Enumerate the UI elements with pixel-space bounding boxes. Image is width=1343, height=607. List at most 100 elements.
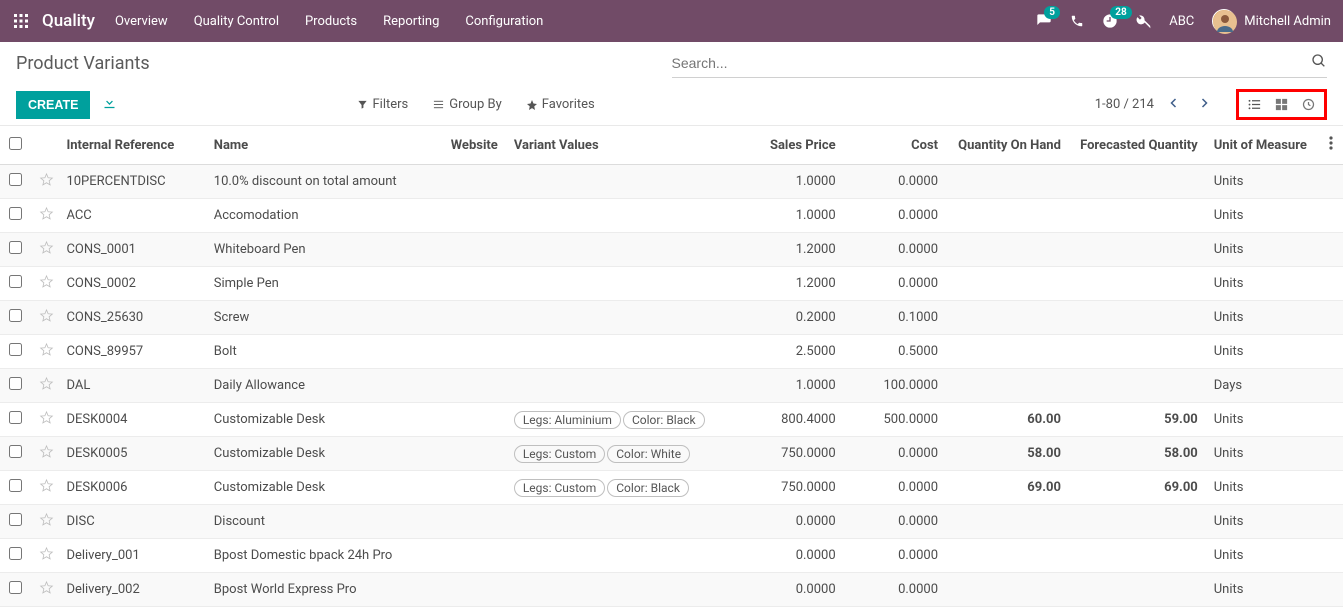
star-icon[interactable] [39,173,54,191]
variant-tag: Color: Black [607,479,689,497]
select-all-checkbox[interactable] [9,137,22,150]
apps-icon[interactable] [12,12,30,30]
cell-cost: 0.0000 [844,233,946,267]
debug-icon[interactable] [1136,14,1151,29]
create-button[interactable]: CREATE [16,91,90,119]
user-short[interactable]: ABC [1169,14,1194,29]
pager-prev-icon[interactable] [1164,97,1184,113]
col-website[interactable]: Website [441,126,506,165]
row-checkbox[interactable] [9,445,22,458]
col-name[interactable]: Name [206,126,441,165]
star-icon[interactable] [39,411,54,429]
cell-cost: 0.0000 [844,471,946,505]
row-checkbox[interactable] [9,241,22,254]
table-row[interactable]: Delivery_002Bpost World Express Pro0.000… [0,573,1343,607]
row-checkbox[interactable] [9,207,22,220]
cell-name: Customizable Desk [206,471,441,505]
cell-price: 1.2000 [741,267,843,301]
app-brand[interactable]: Quality [42,11,95,31]
table-row[interactable]: DESK0005Customizable DeskLegs: CustomCol… [0,437,1343,471]
table-row[interactable]: CONS_89957Bolt2.50000.5000Units [0,335,1343,369]
col-price[interactable]: Sales Price [741,126,843,165]
favorites-button[interactable]: Favorites [526,97,595,112]
table-row[interactable]: 10PERCENTDISC10.0% discount on total amo… [0,165,1343,199]
cell-qty [946,335,1069,369]
phone-icon[interactable] [1070,14,1084,28]
table-row[interactable]: ACCAccomodation1.00000.0000Units [0,199,1343,233]
view-kanban-icon[interactable] [1268,95,1295,114]
nav-products[interactable]: Products [305,14,357,29]
col-select-all[interactable] [0,126,31,165]
search-input[interactable] [672,55,1312,71]
variant-tag: Legs: Custom [514,479,605,497]
row-checkbox[interactable] [9,343,22,356]
cell-uom: Units [1206,437,1319,471]
star-icon[interactable] [39,581,54,599]
table-row[interactable]: Delivery_001Bpost Domestic bpack 24h Pro… [0,539,1343,573]
control-bar-bottom: CREATE Filters Group By Favorites 1-80 /… [0,84,1343,126]
table-row[interactable]: DALDaily Allowance1.0000100.0000Days [0,369,1343,403]
table-row[interactable]: CONS_25630Screw0.20000.1000Units [0,301,1343,335]
view-list-icon[interactable] [1241,95,1268,114]
cell-uom: Units [1206,301,1319,335]
view-activity-icon[interactable] [1295,95,1322,114]
star-icon[interactable] [39,479,54,497]
groupby-button[interactable]: Group By [432,97,502,112]
table-row[interactable]: CONS_0001Whiteboard Pen1.20000.0000Units [0,233,1343,267]
cell-opt [1318,199,1343,233]
col-forecast[interactable]: Forecasted Quantity [1069,126,1206,165]
row-checkbox[interactable] [9,479,22,492]
cell-uom: Units [1206,165,1319,199]
star-icon[interactable] [39,513,54,531]
table-row[interactable]: DESK0004Customizable DeskLegs: Aluminium… [0,403,1343,437]
col-uom[interactable]: Unit of Measure [1206,126,1319,165]
cell-name: Bpost World Express Pro [206,573,441,607]
star-icon[interactable] [39,547,54,565]
col-variant[interactable]: Variant Values [506,126,741,165]
filters-button[interactable]: Filters [357,97,408,112]
pager-text[interactable]: 1-80 / 214 [1095,97,1154,112]
cell-ref: 10PERCENTDISC [62,165,205,199]
star-icon[interactable] [39,377,54,395]
row-checkbox[interactable] [9,513,22,526]
star-icon[interactable] [39,207,54,225]
row-checkbox[interactable] [9,173,22,186]
star-icon[interactable] [39,445,54,463]
row-checkbox[interactable] [9,411,22,424]
nav-overview[interactable]: Overview [115,14,168,29]
cell-uom: Units [1206,573,1319,607]
row-checkbox[interactable] [9,377,22,390]
star-icon[interactable] [39,275,54,293]
col-options-icon[interactable] [1318,126,1343,165]
cell-forecast [1069,233,1206,267]
table-row[interactable]: CONS_0002Simple Pen1.20000.0000Units [0,267,1343,301]
messages-icon[interactable]: 5 [1036,13,1052,29]
cell-website [441,301,506,335]
search-icon[interactable] [1311,53,1327,73]
import-icon[interactable] [102,95,117,114]
cell-website [441,369,506,403]
col-ref[interactable]: Internal Reference [62,126,205,165]
cell-price: 750.0000 [741,471,843,505]
row-checkbox[interactable] [9,275,22,288]
user-menu[interactable]: Mitchell Admin [1212,9,1331,33]
pager-next-icon[interactable] [1194,97,1214,113]
star-icon[interactable] [39,309,54,327]
table-row[interactable]: DISCDiscount0.00000.0000Units [0,505,1343,539]
activities-icon[interactable]: 28 [1102,13,1118,29]
nav-configuration[interactable]: Configuration [465,14,543,29]
cell-cost: 0.1000 [844,301,946,335]
row-checkbox[interactable] [9,581,22,594]
col-cost[interactable]: Cost [844,126,946,165]
nav-reporting[interactable]: Reporting [383,14,439,29]
star-icon[interactable] [39,343,54,361]
cell-opt [1318,335,1343,369]
star-icon[interactable] [39,241,54,259]
nav-quality-control[interactable]: Quality Control [194,14,279,29]
row-checkbox[interactable] [9,309,22,322]
col-qty[interactable]: Quantity On Hand [946,126,1069,165]
cell-qty: 58.00 [946,437,1069,471]
row-checkbox[interactable] [9,547,22,560]
cell-cost: 500.0000 [844,403,946,437]
table-row[interactable]: DESK0006Customizable DeskLegs: CustomCol… [0,471,1343,505]
